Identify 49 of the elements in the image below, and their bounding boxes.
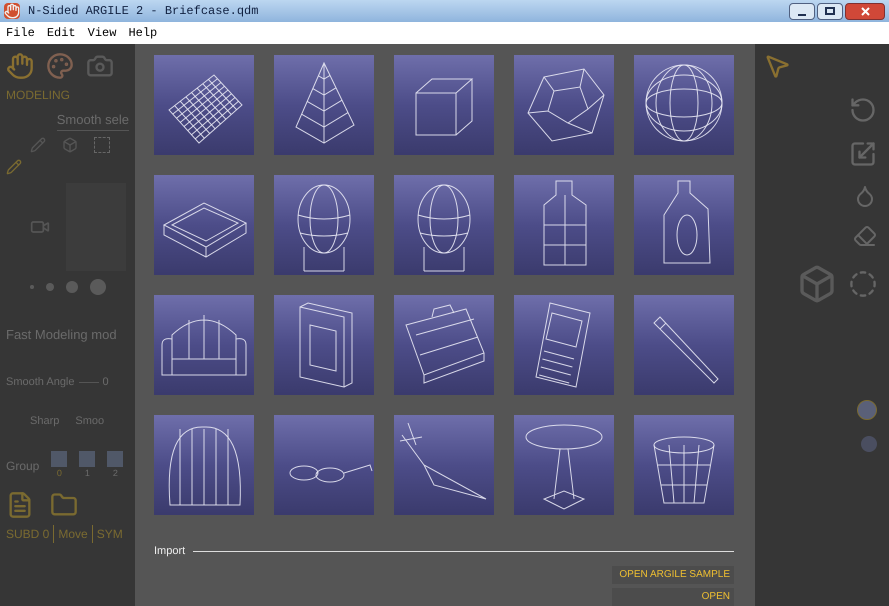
group-number: 0 — [56, 467, 62, 480]
model-thumbnail[interactable] — [514, 295, 614, 395]
import-label: Import — [154, 544, 186, 559]
section-title: MODELING — [6, 87, 72, 104]
maximize-icon — [825, 7, 835, 15]
window-title: N-Sided ARGILE 2 - Briefcase.qdm — [28, 3, 258, 20]
model-thumbnail[interactable] — [394, 55, 494, 155]
model-thumbnail[interactable] — [634, 295, 734, 395]
model-thumbnail[interactable] — [514, 175, 614, 275]
eraser-icon[interactable] — [853, 224, 877, 248]
model-thumbnail[interactable] — [514, 415, 614, 515]
minimize-button[interactable] — [789, 2, 815, 20]
menu-item[interactable]: View — [88, 24, 116, 42]
model-thumbnail[interactable] — [154, 415, 254, 515]
status-item: SUBD 0 — [6, 526, 50, 542]
model-thumbnail[interactable] — [514, 55, 614, 155]
rect-select-icon — [94, 136, 110, 152]
model-thumbnail[interactable] — [154, 175, 254, 275]
palette-icon[interactable] — [46, 52, 74, 80]
pen-icon — [6, 158, 22, 174]
open-button[interactable]: OPEN — [612, 588, 734, 606]
menu-item[interactable]: Edit — [46, 24, 76, 42]
model-thumbnail[interactable] — [154, 295, 254, 395]
model-thumbnail[interactable] — [394, 295, 494, 395]
model-thumbnail[interactable] — [274, 295, 374, 395]
minimize-icon — [798, 14, 806, 16]
model-thumbnail[interactable] — [634, 55, 734, 155]
folder-icon[interactable] — [50, 490, 78, 518]
menu-item[interactable]: Help — [128, 24, 158, 42]
model-thumbnail[interactable] — [274, 415, 374, 515]
model-thumbnail[interactable] — [394, 175, 494, 275]
hand-icon[interactable] — [6, 52, 34, 80]
open-button[interactable]: OPEN ARGILE SAMPLE — [612, 566, 734, 584]
model-thumbnail[interactable] — [394, 415, 494, 515]
brush-icon — [30, 136, 46, 152]
close-button[interactable] — [845, 2, 885, 20]
model-thumbnail[interactable] — [634, 175, 734, 275]
scale-icon[interactable] — [849, 140, 877, 168]
maximize-button[interactable] — [817, 2, 843, 20]
status-item: Move — [53, 524, 88, 542]
app-logo-icon — [4, 3, 20, 19]
model-thumbnail[interactable] — [154, 55, 254, 155]
model-thumbnail[interactable] — [634, 415, 734, 515]
model-thumbnail[interactable] — [274, 55, 374, 155]
model-thumbnail[interactable] — [274, 175, 374, 275]
status-item: SYM — [92, 524, 123, 542]
close-icon — [860, 6, 870, 16]
rotate-icon[interactable] — [849, 96, 877, 124]
menu-item[interactable]: File — [6, 24, 35, 42]
